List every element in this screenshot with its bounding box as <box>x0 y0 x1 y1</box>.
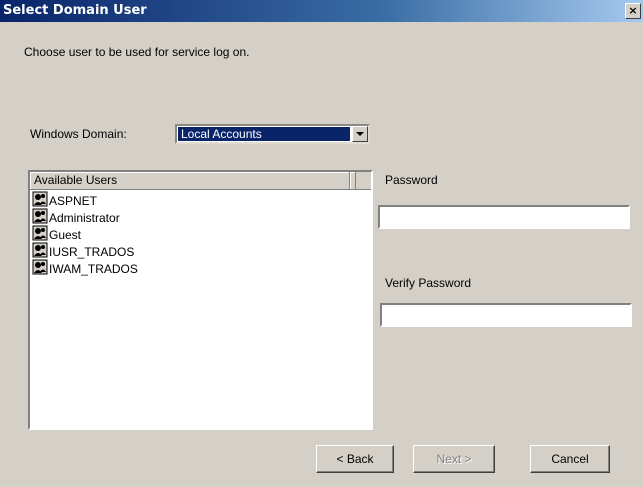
user-name-label: IUSR_TRADOS <box>49 244 135 259</box>
user-name-label: Guest <box>49 227 82 242</box>
available-users-list[interactable]: Available Users ASPNET Administrator Guest… <box>28 170 373 430</box>
list-header: Available Users <box>30 172 371 190</box>
windows-domain-select[interactable]: Local Accounts <box>175 124 370 144</box>
title-bar: Select Domain User × <box>0 0 643 22</box>
user-account-icon <box>32 259 49 278</box>
column-header-available-users[interactable]: Available Users <box>30 172 350 189</box>
description-text: Choose user to be used for service log o… <box>24 45 250 59</box>
back-button[interactable]: < Back <box>316 445 394 473</box>
list-item[interactable]: ASPNET <box>32 191 138 209</box>
verify-password-label: Verify Password <box>385 276 472 290</box>
chevron-down-icon <box>356 131 364 136</box>
user-items: ASPNET Administrator Guest IUSR_TRADOS IWAM_… <box>32 191 138 278</box>
list-item[interactable]: Guest <box>32 225 138 243</box>
dropdown-button[interactable] <box>352 126 368 142</box>
windows-domain-label: Windows Domain: <box>30 127 127 141</box>
column-resize-handle[interactable] <box>350 172 356 189</box>
close-icon: × <box>628 4 638 17</box>
password-label: Password <box>385 173 438 187</box>
list-item[interactable]: IWAM_TRADOS <box>32 259 138 278</box>
user-name-label: Administrator <box>49 210 120 225</box>
window-title: Select Domain User <box>3 3 147 18</box>
next-button[interactable]: Next > <box>413 445 495 473</box>
list-item[interactable]: IUSR_TRADOS <box>32 242 138 260</box>
verify-password-field[interactable] <box>380 303 632 327</box>
password-field[interactable] <box>378 205 630 229</box>
user-name-label: ASPNET <box>49 193 98 208</box>
close-button[interactable]: × <box>625 3 641 19</box>
list-item[interactable]: Administrator <box>32 208 138 226</box>
windows-domain-value: Local Accounts <box>178 127 350 141</box>
cancel-button[interactable]: Cancel <box>530 445 610 473</box>
user-name-label: IWAM_TRADOS <box>49 261 138 276</box>
